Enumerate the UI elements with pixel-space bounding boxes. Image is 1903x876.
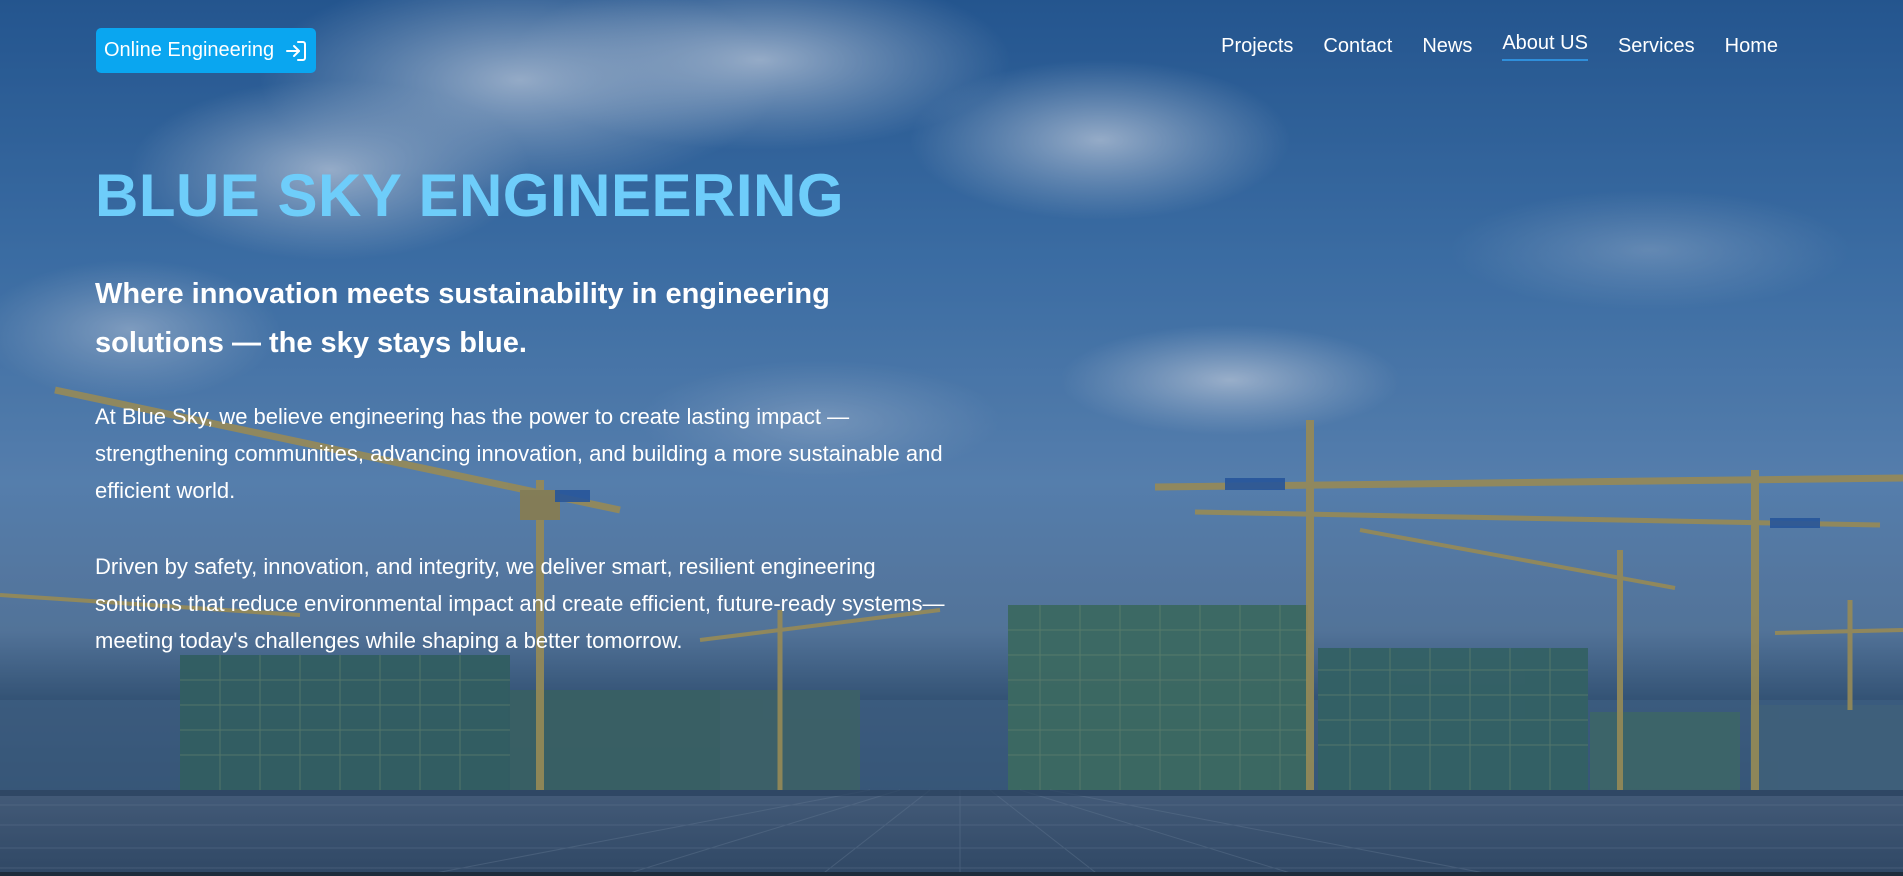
online-engineering-button[interactable]: Online Engineering (96, 28, 317, 73)
nav-about-us[interactable]: About US (1487, 31, 1603, 61)
sign-in-icon (284, 39, 308, 63)
hero-subtitle: Where innovation meets sustainability in… (95, 278, 830, 359)
hero-content: BLUE SKY ENGINEERING Where innovation me… (95, 160, 944, 659)
hero-title: BLUE SKY ENGINEERING (95, 162, 845, 229)
hero-paragraph-mission: Driven by safety, innovation, and integr… (95, 554, 945, 653)
online-engineering-label: Online Engineering (104, 39, 275, 61)
nav-services[interactable]: Services (1603, 34, 1710, 64)
bottom-divider (0, 872, 1903, 876)
nav-home[interactable]: Home (1710, 34, 1793, 64)
nav-news[interactable]: News (1407, 34, 1487, 64)
hero-section: Online Engineering Projects Contact News… (0, 0, 1903, 876)
nav-contact[interactable]: Contact (1308, 34, 1407, 64)
hero-paragraph-intro: At Blue Sky, we believe engineering has … (95, 404, 943, 503)
nav-projects[interactable]: Projects (1206, 34, 1308, 64)
main-navigation: Projects Contact News About US Services … (1206, 31, 1793, 64)
